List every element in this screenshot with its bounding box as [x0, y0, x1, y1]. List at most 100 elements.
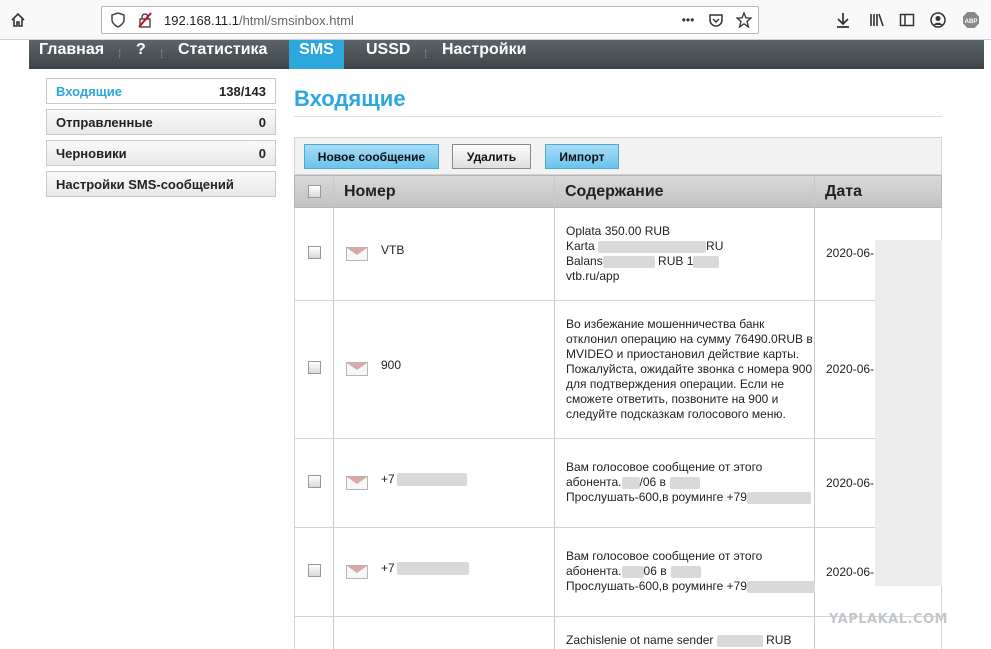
- sidebar-item-label: Настройки SMS-сообщений: [56, 177, 234, 192]
- message-fragment: абонента.: [566, 564, 622, 578]
- table-row[interactable]: VTB Oplata 350.00 RUB Karta RU Balans RU…: [294, 208, 942, 301]
- nav-statistics[interactable]: Статистика: [178, 40, 267, 69]
- row-checkbox[interactable]: [308, 564, 321, 577]
- redacted-block: [602, 255, 655, 268]
- url-host: 192.168.11.1: [164, 13, 239, 28]
- sidebar-item-label: Входящие: [56, 84, 122, 99]
- svg-text:ABP: ABP: [965, 19, 978, 25]
- sidebar-item-sms-settings[interactable]: Настройки SMS-сообщений: [46, 171, 276, 197]
- message-fragment: Karta: [566, 239, 595, 253]
- sidebar-item-label: Черновики: [56, 146, 127, 161]
- delete-button[interactable]: Удалить: [452, 144, 531, 169]
- message-fragment: Balans: [566, 254, 603, 268]
- sidebar-item-count: 0: [258, 115, 266, 130]
- redacted-block: [669, 476, 700, 489]
- row-checkbox[interactable]: [308, 475, 321, 488]
- message-fragment: Zachislenie ot name sender: [566, 633, 714, 647]
- message-content: Oplata 350.00 RUB Karta RU Balans RUB 1 …: [566, 224, 816, 284]
- import-button[interactable]: Импорт: [545, 144, 619, 169]
- nav-separator: ⁞: [160, 47, 164, 61]
- pocket-icon[interactable]: [706, 10, 726, 30]
- message-fragment: RU: [706, 239, 724, 253]
- message-fragment: 06 в: [643, 564, 667, 578]
- sidebar-item-label: Отправленные: [56, 115, 153, 130]
- sender-number: VTB: [381, 243, 405, 257]
- watermark: YAPLAKAL.COM: [829, 612, 948, 627]
- sender-number: +7: [381, 561, 469, 576]
- redacted-date-block: [875, 240, 942, 586]
- sidebar-item-drafts[interactable]: Черновики 0: [46, 140, 276, 166]
- page-title: Входящие: [294, 86, 406, 111]
- message-line: Прослушать-600,в роуминге +79: [566, 490, 816, 505]
- bookmark-star-icon[interactable]: [734, 10, 754, 30]
- nav-sms[interactable]: SMS: [289, 40, 344, 69]
- column-header-content: Содержание: [565, 183, 664, 200]
- column-header-date: Дата: [825, 183, 863, 200]
- table-row[interactable]: +7 Вам голосовое сообщение от этого абон…: [294, 528, 942, 617]
- table-header: Номер Содержание Дата: [294, 175, 942, 208]
- message-line: vtb.ru/app: [566, 269, 620, 283]
- row-checkbox[interactable]: [308, 246, 321, 259]
- browser-toolbar: 192.168.11.1/html/smsinbox.html ••• ABP: [0, 0, 991, 40]
- sender-number: 900: [381, 358, 402, 372]
- sender-number-prefix: +7: [381, 561, 395, 575]
- redacted-block: [396, 562, 469, 576]
- download-icon[interactable]: [833, 10, 853, 30]
- sender-number-prefix: +7: [381, 472, 395, 486]
- message-line: абонента. 06 в: [566, 564, 816, 579]
- nav-home[interactable]: Главная: [39, 40, 104, 69]
- envelope-icon: [346, 362, 368, 376]
- message-fragment: /06 в: [639, 475, 666, 489]
- message-fragment: Прослушать-600,в роуминге +79: [566, 579, 747, 593]
- home-icon[interactable]: [8, 10, 28, 30]
- redacted-block: [746, 580, 815, 593]
- message-fragment: Прослушать-600,в роуминге +79: [566, 490, 747, 504]
- message-content: Вам голосовое сообщение от этого абонент…: [566, 460, 816, 505]
- sidebar-icon[interactable]: [897, 10, 917, 30]
- message-content: Zachislenie ot name sender RUB: [566, 633, 816, 648]
- account-icon[interactable]: [928, 10, 948, 30]
- message-date: 2020-06-: [826, 476, 875, 490]
- redacted-block: [746, 491, 811, 504]
- message-content: Во избежание мошенничества банк отклонил…: [566, 317, 813, 421]
- sidebar-item-count: 0: [258, 146, 266, 161]
- redacted-block: [716, 634, 763, 647]
- message-line: Вам голосовое сообщение от этого: [566, 549, 763, 563]
- url-bar[interactable]: 192.168.11.1/html/smsinbox.html •••: [101, 6, 759, 34]
- message-line: Balans RUB 1: [566, 254, 816, 269]
- row-checkbox[interactable]: [308, 361, 321, 374]
- nav-help[interactable]: ?: [136, 40, 146, 69]
- insecure-connection-icon[interactable]: [135, 10, 155, 30]
- url-text: 192.168.11.1/html/smsinbox.html: [164, 13, 354, 28]
- message-toolbar: Новое сообщение Удалить Импорт: [294, 137, 942, 175]
- envelope-icon: [346, 476, 368, 490]
- envelope-icon: [346, 247, 368, 261]
- library-icon[interactable]: [867, 10, 887, 30]
- message-content: Вам голосовое сообщение от этого абонент…: [566, 549, 816, 594]
- table-row[interactable]: 900 Во избежание мошенничества банк откл…: [294, 301, 942, 439]
- select-all-checkbox[interactable]: [308, 185, 321, 198]
- redacted-block: [598, 240, 707, 253]
- nav-ussd[interactable]: USSD: [366, 40, 410, 69]
- sidebar-item-inbox[interactable]: Входящие 138/143: [46, 78, 276, 104]
- sidebar-item-sent[interactable]: Отправленные 0: [46, 109, 276, 135]
- redacted-block: [670, 565, 701, 578]
- nav-separator: ⁞: [118, 47, 122, 61]
- title-divider: [294, 116, 942, 117]
- message-fragment: RUB: [766, 633, 792, 647]
- redacted-block: [693, 255, 720, 268]
- message-line: Oplata 350.00 RUB: [566, 224, 671, 238]
- redacted-block: [396, 473, 467, 487]
- new-message-button[interactable]: Новое сообщение: [304, 144, 439, 169]
- shield-icon[interactable]: [108, 10, 128, 30]
- redacted-block: [621, 476, 640, 489]
- sender-number: +7: [381, 472, 467, 487]
- nav-separator: ⁞: [424, 47, 428, 61]
- page-actions-icon[interactable]: •••: [678, 10, 698, 30]
- adblock-icon[interactable]: ABP: [961, 10, 981, 30]
- message-date: 2020-06-: [826, 246, 875, 260]
- table-row[interactable]: +7 Вам голосовое сообщение от этого абон…: [294, 439, 942, 528]
- message-fragment: RUB 1: [658, 254, 694, 268]
- url-path: /html/smsinbox.html: [238, 13, 354, 28]
- nav-settings[interactable]: Настройки: [442, 40, 526, 69]
